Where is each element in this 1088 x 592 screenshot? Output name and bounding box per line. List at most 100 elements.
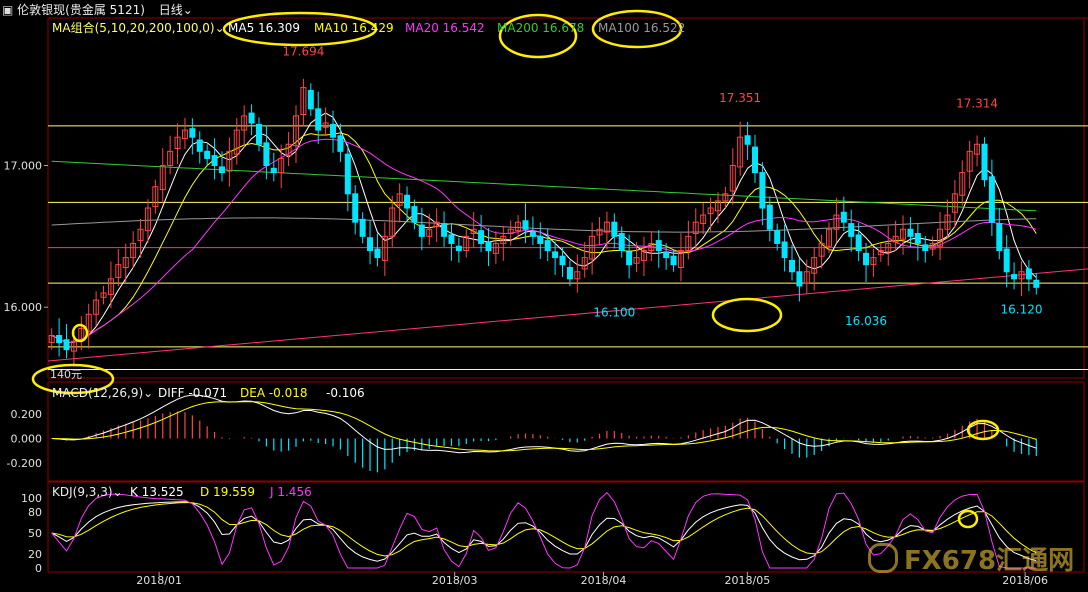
candle-body [218,166,225,174]
candle-body [566,267,573,280]
candle-body [559,255,566,266]
candle-body [544,240,551,251]
ma100-value: MA100 16.522 [598,21,686,35]
ma-param-label: MA组合(5,10,20,200,100,0) [52,21,215,35]
kdj-d-value: D 19.559 [200,485,256,499]
candle-body [1003,248,1010,273]
candle-body [189,128,196,138]
kdj-j-value: J 1.456 [270,485,312,499]
candle-body [1033,279,1040,288]
candle-body [1011,274,1018,280]
candle-body [248,112,255,124]
candle-body [863,252,870,266]
macd-dea-value: DEA -0.018 [240,386,308,400]
kdj-tick-label: 50 [28,527,42,540]
kdj-k-value: K 13.525 [130,485,184,499]
candle-body [759,172,766,209]
candle-body [796,271,803,287]
chevron-down-icon: ⌄ [214,21,225,35]
highlight-circle [71,323,89,343]
macd-histogram-value: -0.106 [326,386,365,400]
candle-body [981,143,988,181]
period-label: 日线 [158,3,183,17]
kdj-indicator-label[interactable]: KDJ(9,3,3)⌄ [52,484,123,500]
kdj-param-label: KDJ(9,3,3) [52,485,113,499]
candle-body [855,234,862,252]
candle-body [196,139,203,152]
candle-body [552,251,559,259]
period-selector[interactable]: 日线⌄ [159,3,193,17]
candle-body [352,193,359,223]
macd-diff-value: DIFF -0.071 [158,386,228,400]
candle-body [448,234,455,244]
watermark: FX678汇通网 [868,540,1074,577]
kdj-tick-label: 0 [35,562,42,575]
watermark-text: FX678汇通网 [904,546,1075,576]
candle-body [263,142,270,166]
chart-canvas[interactable]: 17.000 16.000 0.200 0.000 -0.200 10080 50 200 20… [0,0,1088,592]
ma200-value: MA200 16.678 [497,21,585,35]
panel-frame [47,17,1085,379]
candle-body [411,206,418,223]
candle-body [522,220,529,230]
candle-body [478,230,485,244]
corner-label: 140元 [50,368,82,381]
candle-body [330,123,337,138]
candle-body [374,248,381,259]
candle-body [367,237,374,251]
price-extreme-label: 17.694 [282,44,324,58]
highlight-circle [711,297,783,333]
candle-body [789,259,795,273]
candle-body [626,251,633,266]
x-tick-label: 2018/05 [725,574,771,587]
candle-body [337,135,344,152]
candle-body [751,146,758,174]
price-extreme-label: 16.100 [593,305,635,319]
price-tick-label: 16.000 [4,301,43,314]
candle-body [744,135,751,145]
ma5-value: MA5 16.309 [228,21,300,35]
candle-body [840,211,847,223]
candle-body [211,155,218,166]
highlight-circle [957,509,979,529]
title-bar: ▣ 伦敦银现(贵金属 5121) 日线⌄ [2,2,193,18]
candle-body [307,89,314,110]
price-extreme-label: 16.036 [845,314,887,328]
candle-body [766,204,773,230]
candle-body [270,167,277,174]
ma10-value: MA10 16.429 [314,21,394,35]
candle-body [848,223,855,237]
candle-body [907,228,914,237]
candle-body [204,150,211,159]
chart-app: 17.000 16.000 0.200 0.000 -0.200 100 80 50 20 0 20… [0,0,1088,592]
macd-tick-label: 0.200 [11,408,43,421]
candle-body [418,224,425,237]
macd-tick-label: -0.200 [7,457,42,470]
x-tick-label: 2018/03 [432,574,478,587]
candle-body [485,241,492,251]
candle-body [781,241,788,259]
candle-body [922,244,929,251]
menu-icon[interactable]: ▣ [2,3,13,17]
candle-body [611,221,618,237]
candle-body [1025,268,1032,280]
ma200-line [51,160,1037,212]
kdj-tick-label: 80 [28,506,42,519]
candle-body [359,218,366,237]
ma-indicator-label[interactable]: MA组合(5,10,20,200,100,0)⌄ [52,20,225,36]
price-extreme-label: 16.120 [1000,303,1042,317]
macd-tick-label: 0.000 [11,433,43,446]
candle-body [774,230,781,244]
candle-body [655,240,662,251]
candle-layer [48,78,1040,367]
x-tick-label: 2018/04 [581,574,627,587]
candle-body [404,194,411,209]
candle-body [344,153,351,195]
symbol-title: 伦敦银现(贵金属 5121) [17,3,145,17]
chevron-down-icon: ⌄ [143,386,154,400]
ma20-value: MA20 16.542 [405,21,485,35]
candle-body [663,251,670,259]
price-tick-label: 17.000 [4,160,43,173]
price-extreme-label: 17.314 [956,97,998,111]
macd-indicator-label[interactable]: MACD(12,26,9)⌄ [52,385,153,401]
